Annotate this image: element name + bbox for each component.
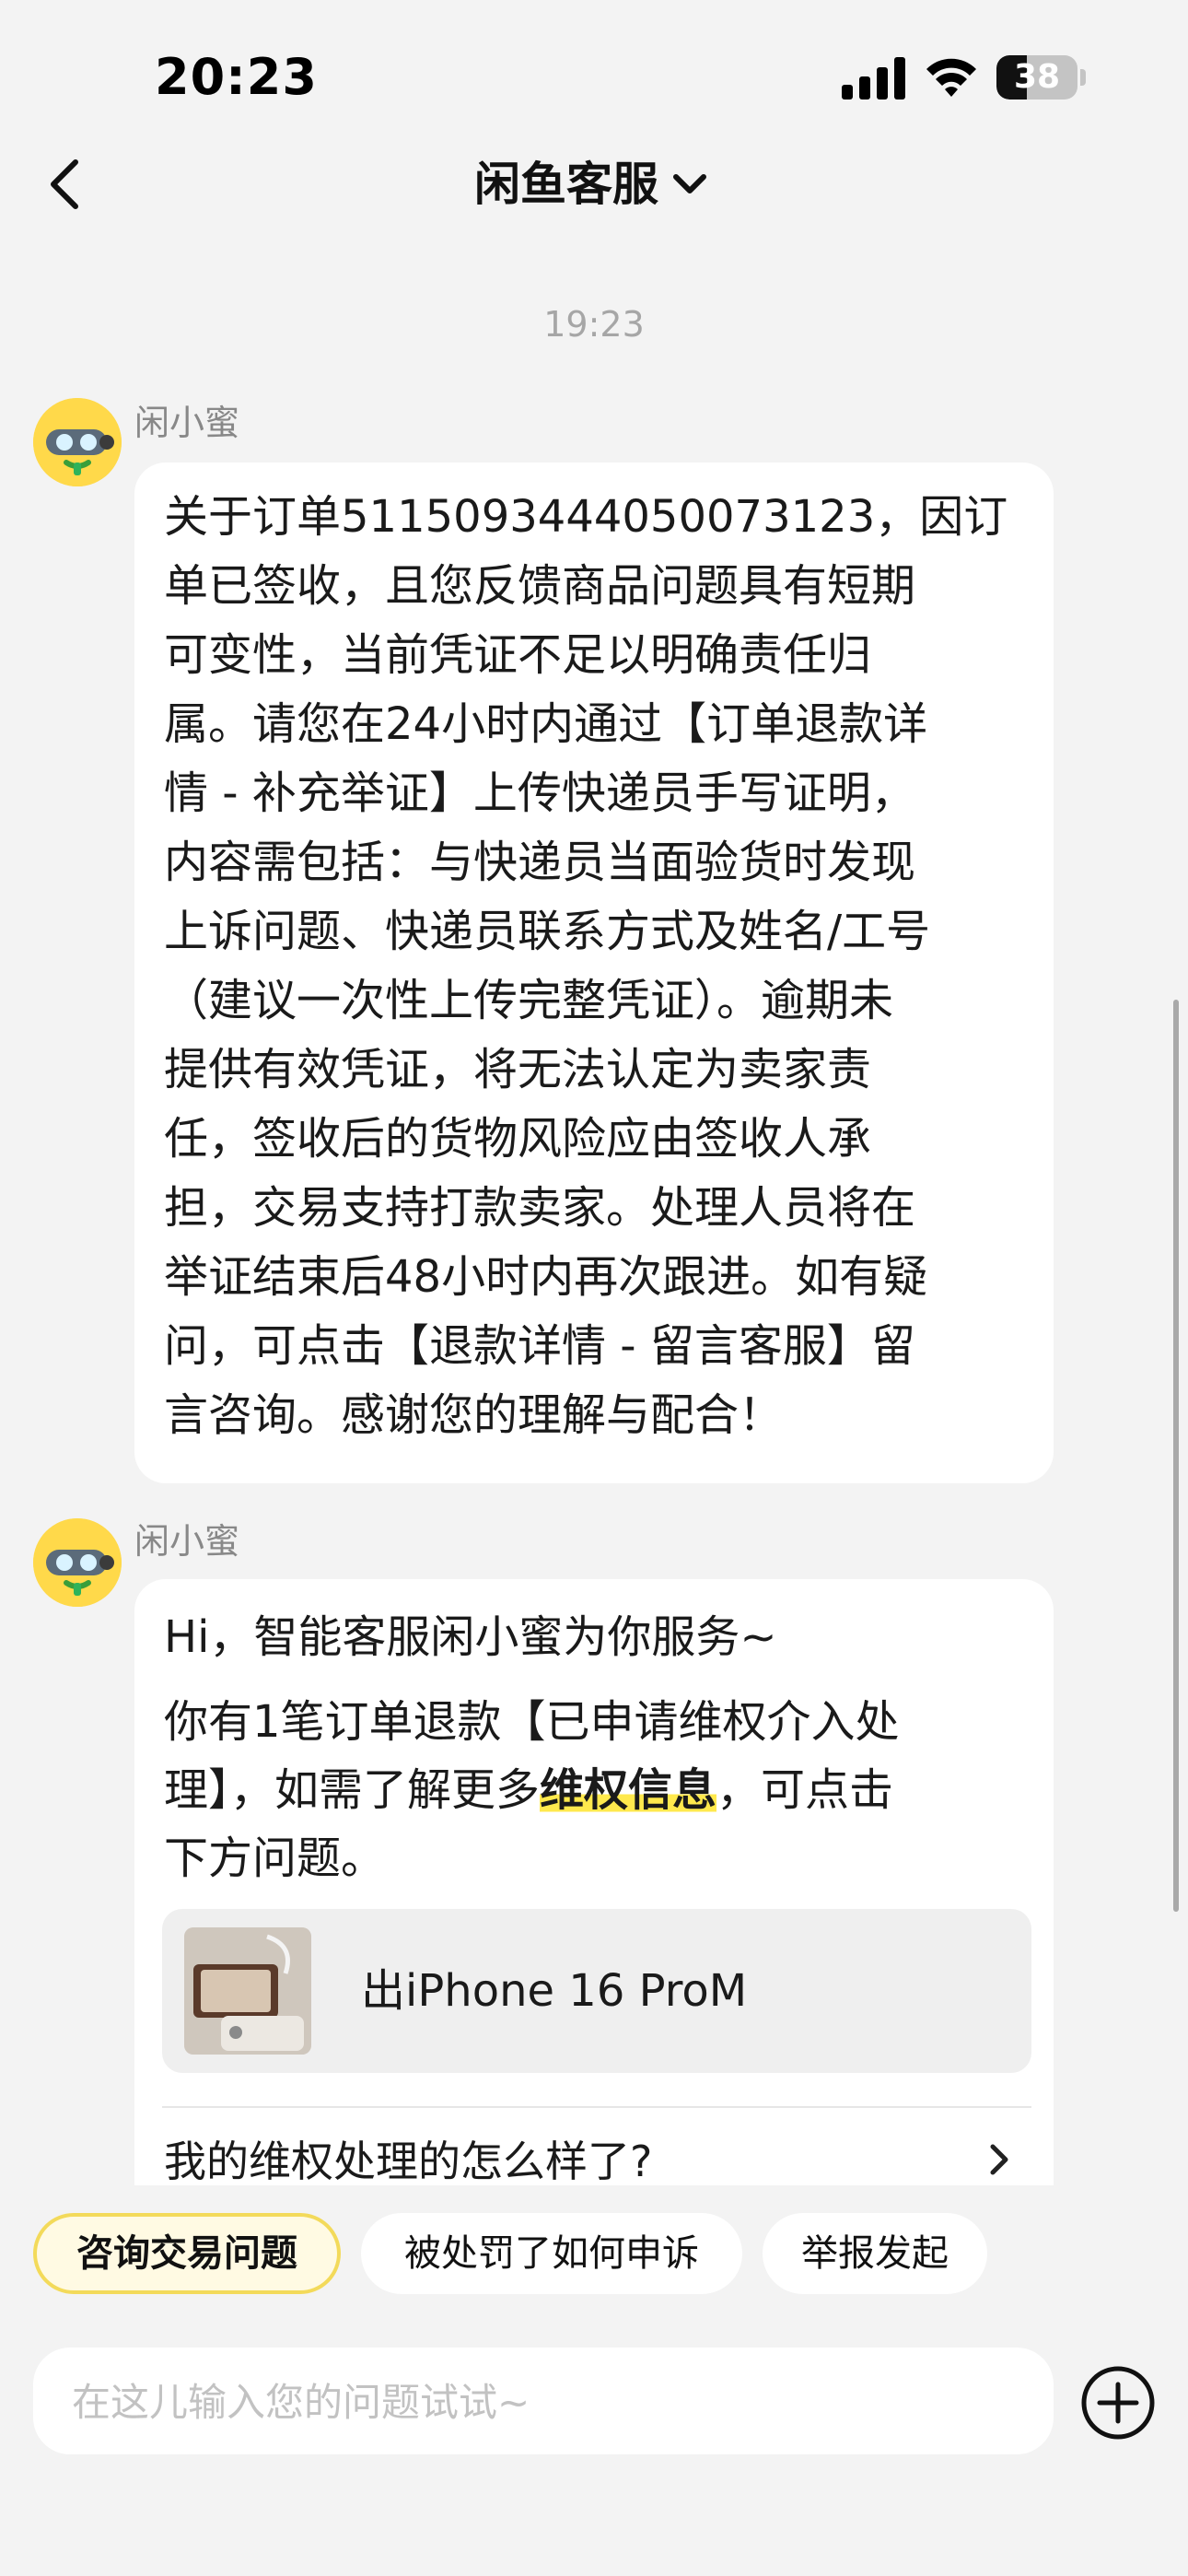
message-line: 你有1笔订单退款【已申请维权介入处	[164, 1696, 900, 1748]
message-line: 上诉问题、快递员联系方式及姓名/工号	[164, 906, 931, 957]
message-input-box[interactable]	[33, 2348, 1054, 2456]
message-line: 下方问题。	[164, 1832, 386, 1884]
bot-avatar[interactable]	[33, 1518, 122, 1607]
cellular-signal-icon	[842, 57, 905, 100]
battery-percent: 38	[1013, 58, 1061, 96]
bottom-panel: 咨询交易问题 被处罚了如何申诉 举报发起	[0, 2185, 1188, 2576]
page-title: 闲鱼客服	[474, 158, 658, 211]
scrollbar[interactable]	[1173, 1000, 1179, 1912]
back-button[interactable]	[37, 155, 96, 214]
bot-avatar[interactable]	[33, 398, 122, 486]
product-thumbnail	[184, 1927, 311, 2055]
quick-reply-chip[interactable]: 被处罚了如何申诉	[361, 2213, 742, 2294]
product-image	[184, 1927, 311, 2055]
message-line: 问，可点击【退款详情 - 留言客服】留	[164, 1320, 915, 1372]
message-segment: 理】，如需了解更多	[164, 1764, 541, 1816]
nav-title-dropdown[interactable]: 闲鱼客服	[470, 155, 746, 214]
message-line: 理】，如需了解更多维权信息，可点击	[164, 1756, 893, 1824]
message-line: 任，签收后的货物风险应由签收人承	[164, 1113, 872, 1165]
message-text: 关于订单5115093444050073123，因订 单已签收，且您反馈商品问题…	[164, 483, 1085, 1450]
wifi-icon	[926, 58, 976, 97]
battery-icon: 38	[996, 55, 1087, 100]
message-line: 单已签收，且您反馈商品问题具有短期	[164, 560, 916, 612]
message-bubble: 关于订单5115093444050073123，因订 单已签收，且您反馈商品问题…	[134, 463, 1054, 1483]
message-segment: ，可点击	[716, 1764, 894, 1816]
status-bar: 20:23 38	[0, 0, 1188, 157]
highlight-link[interactable]: 维权信息	[540, 1764, 717, 1816]
sender-name: 闲小蜜	[134, 1521, 240, 1562]
quick-reply-chip[interactable]: 举报发起	[763, 2213, 987, 2294]
message-line: 内容需包括：与快递员当面验货时发现	[164, 837, 916, 888]
message-line: 担，交易支持打款卖家。处理人员将在	[164, 1182, 916, 1234]
chevron-right-icon	[990, 2144, 1008, 2175]
message-input[interactable]	[70, 2348, 1031, 2456]
message-line: 提供有效凭证，将无法认定为卖家责	[164, 1044, 872, 1095]
quick-reply-chip[interactable]: 咨询交易问题	[33, 2213, 341, 2294]
message-line: 属。请您在24小时内通过【订单退款详	[164, 698, 928, 750]
chevron-down-icon	[673, 174, 706, 193]
message-line: 情 - 补充举证】上传快递员手写证明，	[164, 767, 915, 819]
robot-avatar-icon	[33, 1518, 122, 1607]
message-line: 言咨询。感谢您的理解与配合！	[164, 1389, 784, 1441]
message-bubble: Hi，智能客服闲小蜜为你服务~ 你有1笔订单退款【已申请维权介入处 理】，如需了…	[134, 1579, 1054, 2187]
product-card[interactable]: 出iPhone 16 ProM	[162, 1909, 1031, 2073]
message-line: 关于订单5115093444050073123，因订	[164, 491, 1008, 543]
greeting-text: Hi，智能客服闲小蜜为你服务~	[164, 1611, 777, 1663]
message-line: 举证结束后48小时内再次跟进。如有疑	[164, 1251, 928, 1303]
message-line: （建议一次性上传完整凭证）。逾期未	[164, 975, 894, 1026]
divider	[162, 2106, 1031, 2108]
product-name: 出iPhone 16 ProM	[361, 1965, 748, 2017]
faq-question: 我的维权处理的怎么样了?	[164, 2137, 653, 2186]
plus-circle-icon[interactable]	[1079, 2364, 1157, 2441]
message-line: 可变性，当前凭证不足以明确责任归	[164, 629, 872, 681]
robot-avatar-icon	[33, 398, 122, 486]
chat-timestamp: 19:23	[543, 304, 645, 345]
sender-name: 闲小蜜	[134, 403, 240, 443]
nav-bar: 闲鱼客服	[0, 138, 1188, 230]
status-time: 20:23	[155, 48, 318, 106]
